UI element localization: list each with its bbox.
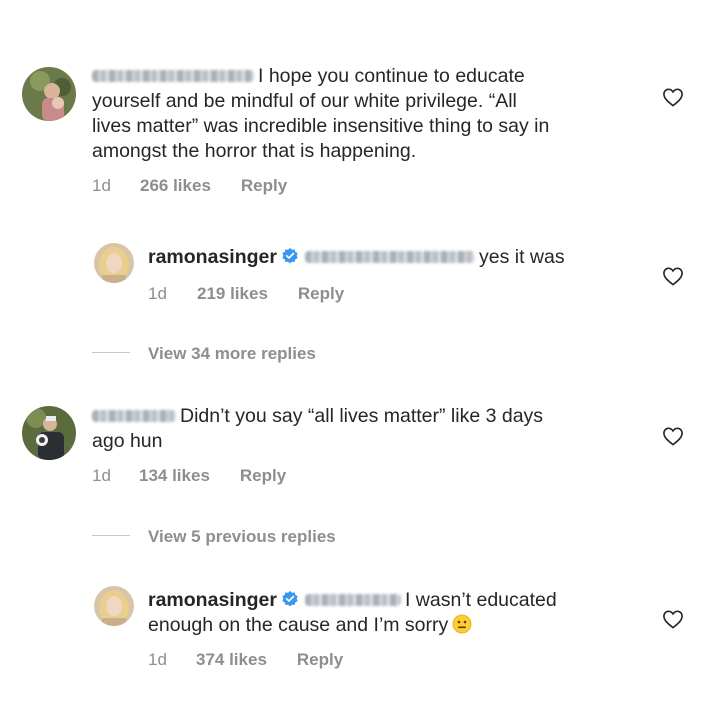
timestamp: 1d xyxy=(92,466,111,485)
comment-text-line: yourself and be mindful of our white pri… xyxy=(92,90,517,112)
comment-meta: 1d 266 likes Reply xyxy=(92,176,287,196)
blurred-mention[interactable] xyxy=(304,593,401,606)
blurred-username[interactable] xyxy=(92,69,254,82)
view-previous-replies-label: View 5 previous replies xyxy=(148,527,336,546)
comment-text-line: amongst the horror that is happening. xyxy=(92,140,417,162)
heart-outline-icon[interactable] xyxy=(662,426,684,446)
blurred-mention[interactable] xyxy=(304,250,475,263)
comment-text-line: ago hun xyxy=(92,430,163,452)
blurred-username[interactable] xyxy=(92,409,176,422)
reply-text-line: enough on the cause and I’m sorry xyxy=(148,614,449,636)
reply-button[interactable]: Reply xyxy=(241,176,287,196)
reply-text-line: yes it was xyxy=(478,246,565,268)
timestamp: 1d xyxy=(92,176,111,195)
comment-text: I hope you continue to educate yourself … xyxy=(92,64,662,164)
comment-text-line: lives matter” was incredible insensitive… xyxy=(92,115,550,137)
reply-text: ramonasinger yes it was xyxy=(148,245,648,270)
neutral-face-emoji-icon xyxy=(452,614,472,634)
timestamp: 1d xyxy=(148,650,167,669)
heart-outline-icon[interactable] xyxy=(662,266,684,286)
reply-meta: 1d 374 likes Reply xyxy=(148,650,343,670)
likes-count[interactable]: 219 likes xyxy=(197,284,268,304)
commenter-avatar[interactable] xyxy=(22,67,76,121)
comment-text: Didn’t you say “all lives matter” like 3… xyxy=(92,404,652,454)
divider-line xyxy=(92,535,130,537)
view-previous-replies-button[interactable]: View 5 previous replies xyxy=(92,527,336,547)
comment-text-line: Didn’t you say “all lives matter” like 3… xyxy=(180,405,544,427)
reply-button[interactable]: Reply xyxy=(240,466,286,486)
reply-meta: 1d 219 likes Reply xyxy=(148,284,344,304)
view-more-replies-button[interactable]: View 34 more replies xyxy=(92,344,316,364)
reply-text: ramonasinger I wasn’t educated enough on … xyxy=(148,588,648,638)
reply-text-line: I wasn’t educated xyxy=(404,589,557,611)
verified-badge-icon xyxy=(281,590,299,608)
ramonasinger-avatar[interactable] xyxy=(94,586,134,626)
divider-line xyxy=(92,352,130,354)
username[interactable]: ramonasinger xyxy=(148,246,277,268)
comment-text-line: I hope you continue to educate xyxy=(258,65,525,87)
username[interactable]: ramonasinger xyxy=(148,589,277,611)
reply-button[interactable]: Reply xyxy=(297,650,343,670)
verified-badge-icon xyxy=(281,247,299,265)
view-more-replies-label: View 34 more replies xyxy=(148,344,316,363)
heart-outline-icon[interactable] xyxy=(662,609,684,629)
likes-count[interactable]: 374 likes xyxy=(196,650,267,670)
ramonasinger-avatar[interactable] xyxy=(94,243,134,283)
likes-count[interactable]: 266 likes xyxy=(140,176,211,196)
likes-count[interactable]: 134 likes xyxy=(139,466,210,486)
reply-button[interactable]: Reply xyxy=(298,284,344,304)
timestamp: 1d xyxy=(148,284,167,303)
commenter-avatar[interactable] xyxy=(22,406,76,460)
comment-meta: 1d 134 likes Reply xyxy=(92,466,286,486)
heart-outline-icon[interactable] xyxy=(662,87,684,107)
